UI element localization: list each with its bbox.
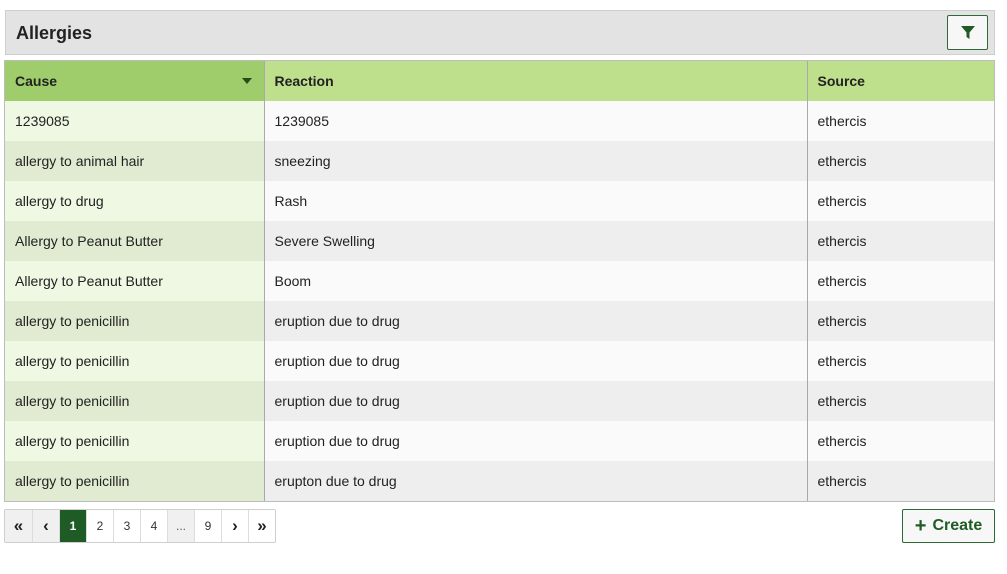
page-button-2[interactable]: 2 [86,510,113,542]
cell-reaction: eruption due to drug [263,421,807,461]
panel-header: Allergies [5,10,995,55]
table-row[interactable]: allergy to penicillin eruption due to dru… [5,381,994,421]
table-row[interactable]: allergy to animal hair sneezing ethercis [5,141,994,181]
page-button-3[interactable]: 3 [113,510,140,542]
column-label-reaction: Reaction [274,73,334,89]
table-row[interactable]: allergy to penicillin eruption due to dru… [5,301,994,341]
column-header-reaction[interactable]: Reaction [263,61,807,101]
plus-icon: + [914,515,927,537]
column-label-cause: Cause [15,73,58,89]
next-page-button[interactable]: › [221,510,248,542]
table-row[interactable]: allergy to penicillin eruption due to dru… [5,341,994,381]
cell-cause: allergy to penicillin [5,301,264,341]
cell-source: ethercis [806,141,994,181]
cell-reaction: 1239085 [263,101,807,141]
previous-page-button[interactable]: ‹ [32,510,59,542]
page-ellipsis: ... [167,510,194,542]
cell-reaction: eruption due to drug [263,301,807,341]
table-row[interactable]: Allergy to Peanut Butter Severe Swelling e… [5,221,994,261]
table-row[interactable]: allergy to penicillin eruption due to dru… [5,421,994,461]
cell-source: ethercis [806,341,994,381]
page-button-4[interactable]: 4 [140,510,167,542]
panel-title: Allergies [16,23,93,43]
cell-cause: allergy to penicillin [5,461,264,501]
cell-cause: allergy to drug [5,181,264,221]
cell-reaction: sneezing [263,141,807,181]
page-button-9[interactable]: 9 [194,510,221,542]
cell-source: ethercis [806,181,994,221]
cell-source: ethercis [806,261,994,301]
cell-cause: Allergy to Peanut Butter [5,261,264,301]
cell-cause: allergy to animal hair [5,141,264,181]
create-button[interactable]: + Create [902,509,995,543]
cell-reaction: Severe Swelling [263,221,807,261]
column-header-source[interactable]: Source [806,61,994,101]
last-page-button[interactable]: » [248,510,275,542]
cell-cause: allergy to penicillin [5,341,264,381]
cell-cause: allergy to penicillin [5,421,264,461]
cell-reaction: Rash [263,181,807,221]
allergies-table: Cause Reaction Source 1239085 1239085 ethe… [4,60,995,502]
cell-source: ethercis [806,221,994,261]
sort-descending-icon [241,78,252,84]
first-page-button[interactable]: « [5,510,32,542]
create-button-label: Create [932,517,983,534]
filter-icon [960,25,975,39]
cell-cause: 1239085 [5,101,264,141]
cell-source: ethercis [806,381,994,421]
cell-cause: allergy to penicillin [5,381,264,421]
cell-source: ethercis [806,301,994,341]
table-row[interactable]: Allergy to Peanut Butter Boom ethercis [5,261,994,301]
cell-cause: Allergy to Peanut Butter [5,221,264,261]
table-header-row: Cause Reaction Source [5,61,994,101]
pagination: « ‹ 1 2 3 4 ... 9 › » [4,509,276,543]
cell-reaction: Boom [263,261,807,301]
cell-reaction: erupton due to drug [263,461,807,501]
cell-source: ethercis [806,421,994,461]
cell-source: ethercis [806,101,994,141]
column-header-cause[interactable]: Cause [5,61,264,101]
table-row[interactable]: allergy to drug Rash ethercis [5,181,994,221]
cell-reaction: eruption due to drug [263,341,807,381]
cell-source: ethercis [806,461,994,501]
table-body: 1239085 1239085 ethercis allergy to animal … [5,101,994,501]
cell-reaction: eruption due to drug [263,381,807,421]
filter-button[interactable] [947,15,988,50]
column-label-source: Source [817,73,865,89]
page-button-1[interactable]: 1 [59,510,86,542]
table-row[interactable]: allergy to penicillin erupton due to drug… [5,461,994,501]
table-row[interactable]: 1239085 1239085 ethercis [5,101,994,141]
